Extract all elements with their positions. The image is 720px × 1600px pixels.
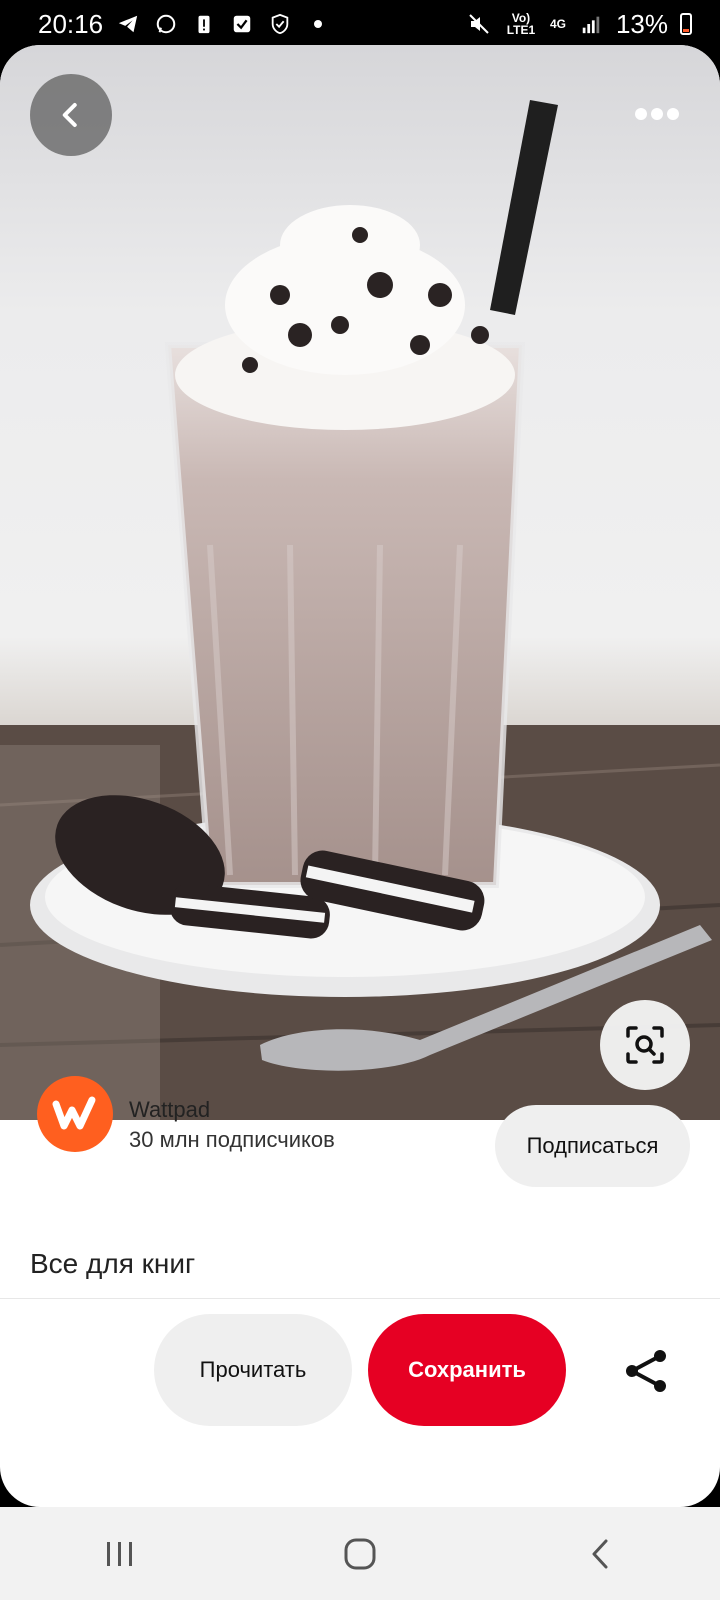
chevron-left-icon: [62, 103, 77, 127]
check-box-icon: [229, 11, 255, 37]
battery-icon: [680, 13, 692, 35]
mute-icon: [466, 11, 492, 37]
system-back-button[interactable]: [570, 1534, 630, 1574]
recent-apps-button[interactable]: [90, 1534, 150, 1574]
more-options-button[interactable]: [624, 95, 690, 133]
shield-icon: [267, 11, 293, 37]
creator-avatar[interactable]: [37, 1076, 113, 1152]
follow-button[interactable]: Подписаться: [495, 1105, 690, 1187]
visual-search-icon: [626, 1026, 664, 1064]
network-label: Vo) LTE1: [506, 11, 536, 37]
battery-alert-icon: [191, 11, 217, 37]
save-button[interactable]: Сохранить: [368, 1314, 566, 1426]
recent-apps-icon: [107, 1541, 132, 1566]
read-button[interactable]: Прочитать: [154, 1314, 352, 1426]
system-nav-bar: [0, 1507, 720, 1600]
back-button[interactable]: [30, 74, 112, 156]
more-horizontal-icon: [635, 108, 679, 120]
action-bar: [0, 1298, 720, 1463]
status-time: 20:16: [38, 8, 104, 39]
share-button[interactable]: [618, 1342, 676, 1400]
whatsapp-icon: [153, 11, 179, 37]
status-bar: 20:16 Vo) LTE1 4G 13%: [0, 0, 720, 48]
dot-icon: [305, 11, 331, 37]
status-left: 20:16: [38, 9, 331, 40]
back-icon: [592, 1539, 608, 1568]
pin-image[interactable]: [0, 45, 720, 1120]
pin-detail-sheet: [0, 45, 720, 1507]
home-button[interactable]: [330, 1534, 390, 1574]
battery-percent: 13%: [615, 8, 668, 39]
creator-subscribers: 30 млн подписчиков: [129, 1127, 335, 1152]
milkshake-photo: [0, 100, 720, 1120]
home-icon: [344, 1538, 376, 1569]
visual-search-button[interactable]: [600, 1000, 690, 1090]
wattpad-logo-icon: [52, 1096, 96, 1130]
signal-icon: [578, 11, 604, 37]
status-right: Vo) LTE1 4G 13%: [466, 9, 692, 40]
share-icon: [626, 1350, 666, 1392]
telegram-icon: [115, 11, 141, 37]
board-title: Все для книг: [30, 1248, 196, 1279]
network-type: 4G: [549, 17, 566, 31]
creator-name[interactable]: Wattpad: [129, 1097, 210, 1123]
